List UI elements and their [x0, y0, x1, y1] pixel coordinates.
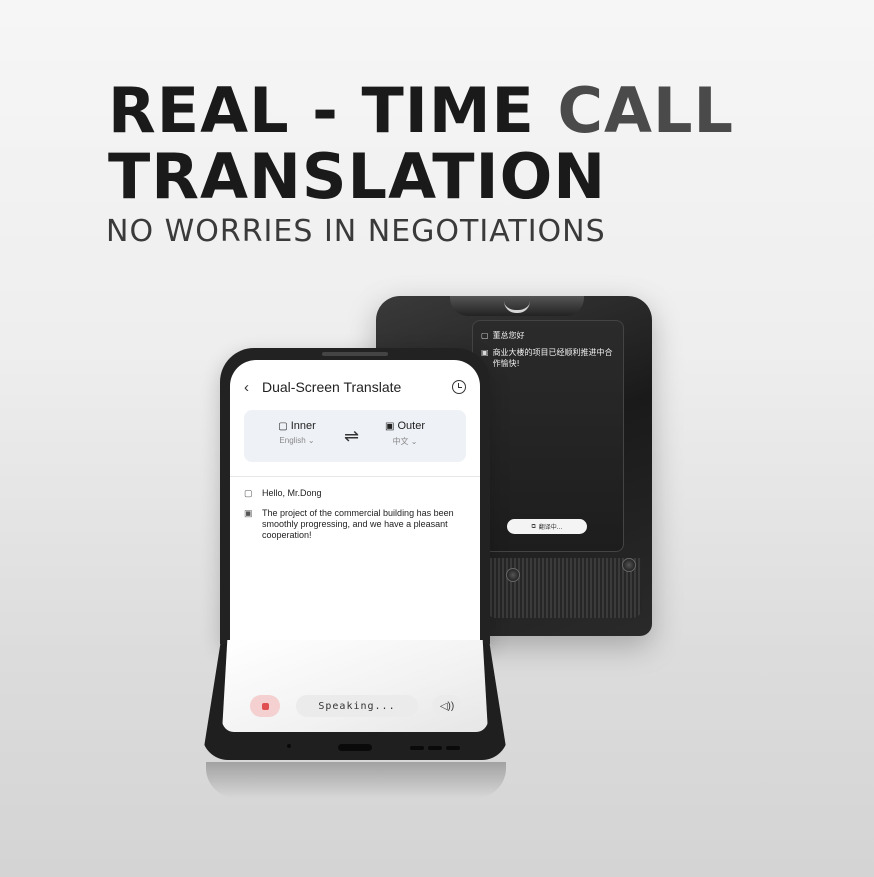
message-text: Hello, Mr.Dong	[262, 488, 322, 498]
outer-language-selector[interactable]: ▣ Outer 中文 ⌄	[370, 420, 440, 447]
inner-language: English ⌄	[262, 436, 332, 445]
chevron-down-icon: ⌄	[307, 436, 315, 445]
headline-real-time: REAL - TIME	[108, 74, 558, 147]
inner-label-text: Inner	[290, 420, 316, 432]
outer-message-text: 董总您好	[492, 331, 525, 340]
subheadline: NO WORRIES IN NEGOTIATIONS	[106, 214, 606, 249]
divider	[230, 476, 480, 477]
speaking-button[interactable]: Speaking...	[296, 695, 418, 717]
earpiece	[322, 352, 388, 356]
speaker-button[interactable]: ◁))	[432, 695, 462, 717]
headline-call: CALL	[557, 74, 734, 147]
speaker-slot	[446, 746, 460, 750]
outer-screen: ▢ 董总您好 ▣ 商业大楼的项目已经顺利推进中合作愉快! ⧉ 翻译中...	[472, 320, 624, 552]
translating-label: 翻译中...	[538, 524, 563, 531]
translate-icon: ⧉	[531, 522, 536, 530]
translating-status-pill[interactable]: ⧉ 翻译中...	[507, 519, 587, 534]
message-text: The project of the commercial building h…	[262, 508, 454, 540]
chevron-left-icon[interactable]: ‹	[244, 379, 260, 396]
headline-line-1: REAL - TIME CALL	[108, 78, 734, 144]
microphone-hole	[287, 744, 291, 748]
list-item: ▣ The project of the commercial building…	[244, 508, 466, 541]
camera-lens-icon	[622, 558, 636, 572]
headline: REAL - TIME CALL TRANSLATION	[108, 78, 734, 210]
outer-message: ▣ 商业大楼的项目已经顺利推进中合作愉快!	[473, 347, 623, 369]
speaker-slot	[410, 746, 424, 750]
phone-icon: ▢	[278, 421, 288, 432]
outer-label: ▣ Outer	[370, 420, 440, 432]
inner-language-selector[interactable]: ▢ Inner English ⌄	[262, 420, 332, 445]
phone-icon: ▢	[244, 488, 253, 498]
phone-outer-icon: ▣	[385, 421, 395, 432]
record-icon	[261, 702, 269, 710]
swap-icon[interactable]: ⇌	[344, 426, 359, 447]
outer-message-text: 商业大楼的项目已经顺利推进中合作愉快!	[492, 348, 613, 368]
inner-screen: ‹ Dual-Screen Translate ▢ Inner English ⌄…	[230, 360, 480, 644]
floor-reflection	[206, 762, 506, 798]
record-button[interactable]	[250, 695, 280, 717]
usb-port	[338, 744, 372, 751]
back-grille	[486, 558, 642, 618]
camera-lens-icon	[506, 568, 520, 582]
phone-outer-icon: ▣	[244, 508, 253, 518]
lower-screen	[222, 640, 488, 732]
headline-line-2: TRANSLATION	[108, 140, 607, 213]
speaker-icon: ◁))	[439, 700, 455, 712]
inner-label: ▢ Inner	[262, 420, 332, 432]
front-phone: ‹ Dual-Screen Translate ▢ Inner English ⌄…	[220, 348, 490, 644]
language-selector: ▢ Inner English ⌄ ⇌ ▣ Outer 中文 ⌄	[244, 410, 466, 462]
chevron-down-icon: ⌄	[410, 437, 418, 446]
app-header: ‹ Dual-Screen Translate	[244, 376, 466, 398]
speaker-slot	[428, 746, 442, 750]
outer-language: 中文 ⌄	[370, 436, 440, 447]
outer-label-text: Outer	[397, 420, 425, 432]
outer-message: ▢ 董总您好	[473, 330, 623, 341]
history-icon[interactable]	[452, 380, 466, 394]
phone-icon: ▢	[481, 331, 489, 340]
inner-language-text: English	[279, 436, 306, 445]
list-item: ▢ Hello, Mr.Dong	[244, 488, 466, 499]
app-title: Dual-Screen Translate	[262, 379, 402, 395]
outer-language-text: 中文	[392, 437, 409, 446]
